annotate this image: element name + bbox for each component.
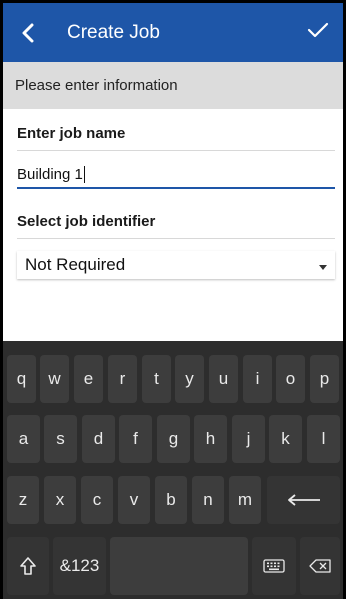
job-name-input[interactable]: Building 1 — [17, 160, 335, 188]
key-y[interactable]: y — [175, 355, 204, 403]
key-label: w — [48, 369, 61, 388]
job-name-value: Building 1 — [17, 165, 83, 183]
key-label: m — [237, 490, 253, 509]
key-s[interactable]: s — [44, 415, 77, 463]
key-label: r — [119, 369, 126, 388]
app-bar: Create Job — [3, 3, 343, 62]
key-q[interactable]: q — [7, 355, 36, 403]
key-label: i — [255, 369, 260, 388]
create-job-screen: Create Job Please enter information Ente… — [0, 0, 346, 599]
info-banner: Please enter information — [3, 62, 343, 109]
key-h[interactable]: h — [194, 415, 227, 463]
key-label: j — [246, 429, 251, 448]
key-label: y — [185, 369, 194, 388]
key-label: n — [203, 490, 213, 509]
shift-key[interactable] — [7, 537, 49, 595]
key-t[interactable]: t — [142, 355, 171, 403]
key-e[interactable]: e — [74, 355, 103, 403]
key-x[interactable]: x — [44, 476, 76, 524]
checkmark-icon — [307, 21, 329, 44]
key-label: p — [319, 369, 330, 388]
key-label: d — [93, 429, 104, 448]
soft-keyboard: q w e r t y u i o p a s d f g h j k l z … — [3, 341, 343, 599]
key-g[interactable]: g — [157, 415, 190, 463]
page-title: Create Job — [67, 21, 160, 43]
key-label: z — [18, 490, 28, 509]
key-label: t — [154, 369, 159, 388]
key-label: x — [55, 490, 65, 509]
key-k[interactable]: k — [269, 415, 302, 463]
key-p[interactable]: p — [310, 355, 339, 403]
key-w[interactable]: w — [40, 355, 69, 403]
key-label: q — [16, 369, 27, 388]
key-r[interactable]: r — [108, 355, 137, 403]
key-label: o — [285, 369, 296, 388]
key-j[interactable]: j — [232, 415, 265, 463]
enter-key[interactable] — [267, 476, 340, 524]
key-z[interactable]: z — [7, 476, 39, 524]
key-m[interactable]: m — [229, 476, 261, 524]
key-label: &123 — [59, 556, 100, 575]
enter-icon — [287, 494, 321, 506]
key-label: c — [92, 490, 102, 509]
key-v[interactable]: v — [118, 476, 150, 524]
space-key[interactable] — [110, 537, 248, 595]
key-a[interactable]: a — [7, 415, 40, 463]
job-name-label: Enter job name — [17, 125, 126, 142]
key-label: g — [168, 429, 179, 448]
key-label: f — [133, 429, 138, 448]
symbols-key[interactable]: &123 — [53, 537, 106, 595]
key-label: h — [205, 429, 216, 448]
divider — [17, 150, 335, 151]
key-label: b — [166, 490, 176, 509]
job-identifier-select[interactable]: Not Required — [17, 251, 335, 279]
key-u[interactable]: u — [209, 355, 238, 403]
job-identifier-value: Not Required — [25, 255, 126, 274]
key-d[interactable]: d — [82, 415, 115, 463]
text-cursor — [83, 165, 86, 183]
info-banner-text: Please enter information — [15, 77, 178, 94]
chevron-left-icon — [21, 23, 35, 43]
key-label: e — [83, 369, 94, 388]
key-i[interactable]: i — [243, 355, 272, 403]
key-label: u — [218, 369, 229, 388]
key-label: l — [321, 429, 326, 448]
key-l[interactable]: l — [307, 415, 340, 463]
confirm-button[interactable] — [303, 17, 333, 47]
backspace-icon — [309, 559, 331, 573]
key-label: s — [56, 429, 65, 448]
keyboard-icon — [263, 559, 285, 573]
caret-down-icon — [319, 255, 327, 275]
back-button[interactable] — [3, 3, 53, 62]
key-label: k — [281, 429, 290, 448]
key-label: a — [18, 429, 29, 448]
key-f[interactable]: f — [119, 415, 152, 463]
keyboard-switch-key[interactable] — [252, 537, 296, 595]
shift-icon — [19, 556, 37, 576]
key-label: v — [129, 490, 139, 509]
key-o[interactable]: o — [276, 355, 305, 403]
divider — [17, 238, 335, 239]
key-n[interactable]: n — [192, 476, 224, 524]
job-identifier-label: Select job identifier — [17, 213, 156, 230]
key-c[interactable]: c — [81, 476, 113, 524]
job-name-underline — [17, 187, 335, 189]
key-b[interactable]: b — [155, 476, 187, 524]
backspace-key[interactable] — [300, 537, 340, 595]
